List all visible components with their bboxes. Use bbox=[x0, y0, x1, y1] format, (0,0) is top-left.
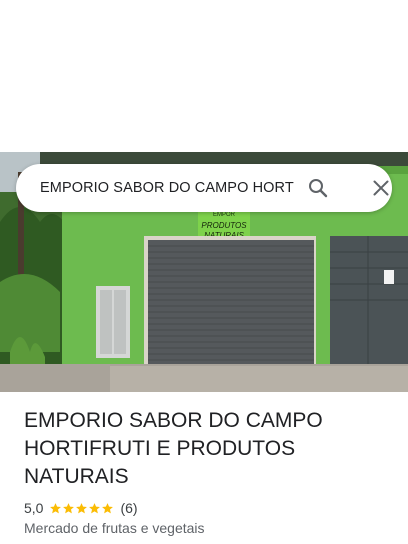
review-count[interactable]: (6) bbox=[120, 500, 137, 516]
search-input[interactable]: EMPORIO SABOR DO CAMPO HORT bbox=[40, 178, 308, 198]
place-title: EMPORIO SABOR DO CAMPO HORTIFRUTI E PROD… bbox=[24, 409, 323, 488]
rating-value: 5,0 bbox=[24, 500, 44, 516]
shop-sign-line1: PRODUTOS bbox=[201, 221, 247, 230]
rating-stars bbox=[49, 502, 114, 515]
search-icon bbox=[309, 179, 328, 198]
star-icon bbox=[76, 502, 88, 513]
star-icon bbox=[63, 502, 75, 513]
map-blank-area bbox=[0, 0, 408, 152]
place-category: Mercado de frutas e vegetais bbox=[24, 520, 205, 536]
shop-sign-top: EMPOR bbox=[213, 212, 236, 218]
star-icon bbox=[102, 502, 114, 513]
search-button[interactable] bbox=[306, 176, 330, 200]
rating-row[interactable]: 5,0 (6) bbox=[24, 499, 138, 517]
star-icon bbox=[50, 502, 62, 513]
star-icon bbox=[89, 502, 101, 513]
search-bar: EMPORIO SABOR DO CAMPO HORT bbox=[16, 164, 392, 212]
close-icon bbox=[373, 180, 389, 196]
close-button[interactable] bbox=[369, 176, 393, 200]
